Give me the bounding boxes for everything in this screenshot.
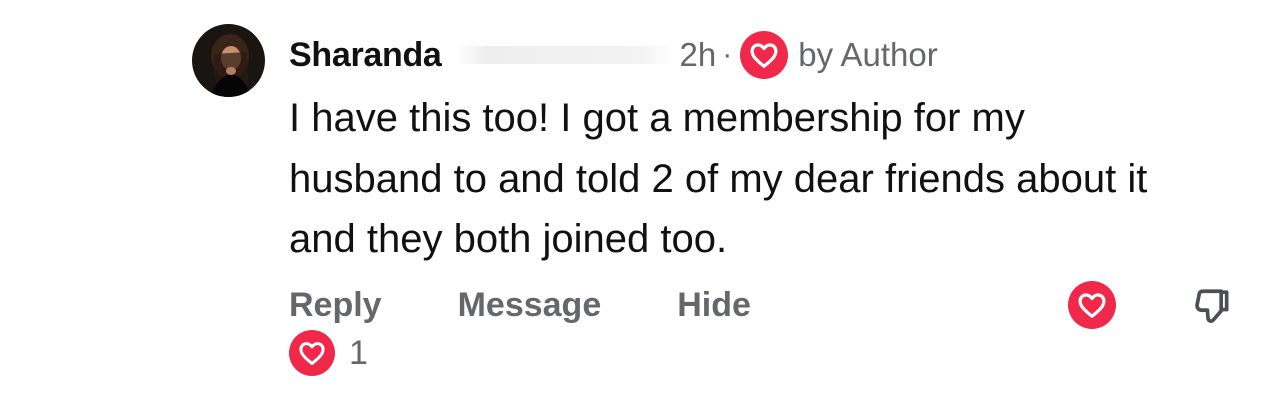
reaction-summary[interactable]: 1: [289, 330, 368, 376]
timestamp: 2h: [679, 36, 717, 73]
author-name[interactable]: Sharanda: [289, 36, 442, 75]
message-button[interactable]: Message: [458, 286, 602, 325]
reply-button[interactable]: Reply: [289, 286, 382, 325]
avatar[interactable]: [192, 24, 265, 97]
liked-by-author-label: by Author: [798, 36, 938, 73]
like-button[interactable]: [1068, 281, 1116, 329]
dislike-button[interactable]: [1187, 280, 1237, 330]
comment: Sharanda 2h · by Author I have this too!…: [0, 0, 1284, 415]
heart-icon: [1078, 293, 1106, 318]
comment-text: I have this too! I got a membership for …: [289, 96, 1148, 261]
redacted-name: [453, 46, 674, 64]
comment-actions: Reply Message Hide: [289, 280, 751, 330]
separator: ·: [722, 38, 733, 71]
heart-icon: [740, 31, 789, 79]
thumbs-down-icon: [1195, 289, 1229, 323]
heart-icon: [289, 330, 335, 376]
comment-header: Sharanda 2h · by Author: [289, 30, 938, 80]
reaction-count: 1: [349, 333, 368, 372]
hide-button[interactable]: Hide: [677, 286, 751, 325]
